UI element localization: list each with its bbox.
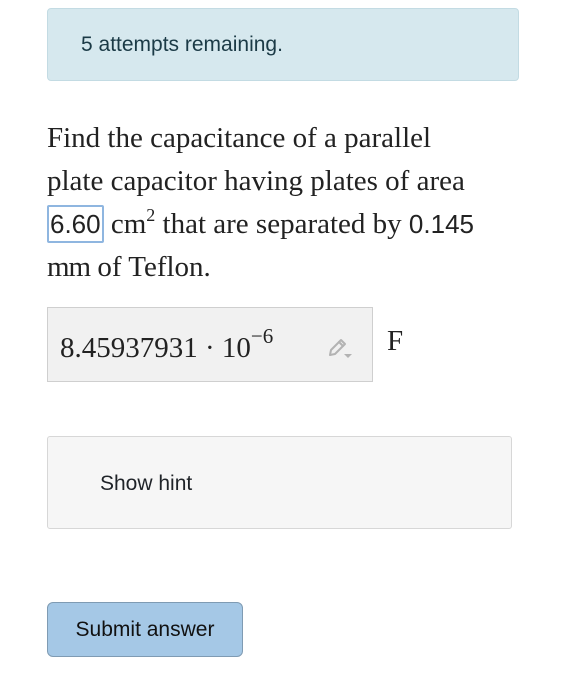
area-unit-exponent: 2 — [146, 205, 156, 225]
show-hint-label: Show hint — [100, 472, 193, 495]
separation-value: 0.145 — [408, 209, 474, 239]
area-value-field[interactable]: 6.60 — [47, 205, 104, 243]
question-line-4-text: of Teflon. — [97, 251, 211, 283]
question-line-1: Find the capacitance of a parallel — [47, 122, 432, 154]
answer-value[interactable]: 8.45937931 · 10−6 — [60, 326, 273, 365]
show-hint-button[interactable]: Show hint — [47, 436, 512, 529]
submit-answer-button[interactable]: Submit answer — [47, 602, 243, 657]
attempts-remaining-text: 5 attempts remaining. — [81, 33, 283, 56]
question-line-3: 6.60 cm2 that are separated by 0.145 — [47, 203, 527, 246]
answer-unit: F — [387, 325, 404, 357]
answer-field[interactable]: 8.45937931 · 10−6 — [47, 307, 373, 382]
answer-exponent: −6 — [250, 324, 274, 348]
question-line-4: mm of Teflon. — [47, 246, 527, 289]
area-unit: cm — [110, 208, 147, 240]
pencil-icon[interactable] — [326, 335, 354, 361]
question-line-3-text: that are separated by — [162, 208, 402, 240]
question-text: Find the capacitance of a parallel plate… — [47, 117, 527, 289]
attempts-alert: 5 attempts remaining. — [47, 8, 519, 81]
separation-unit: mm — [47, 251, 91, 283]
answer-mantissa: 8.45937931 · 10 — [60, 332, 251, 364]
question-line-2: plate capacitor having plates of area — [47, 165, 465, 197]
